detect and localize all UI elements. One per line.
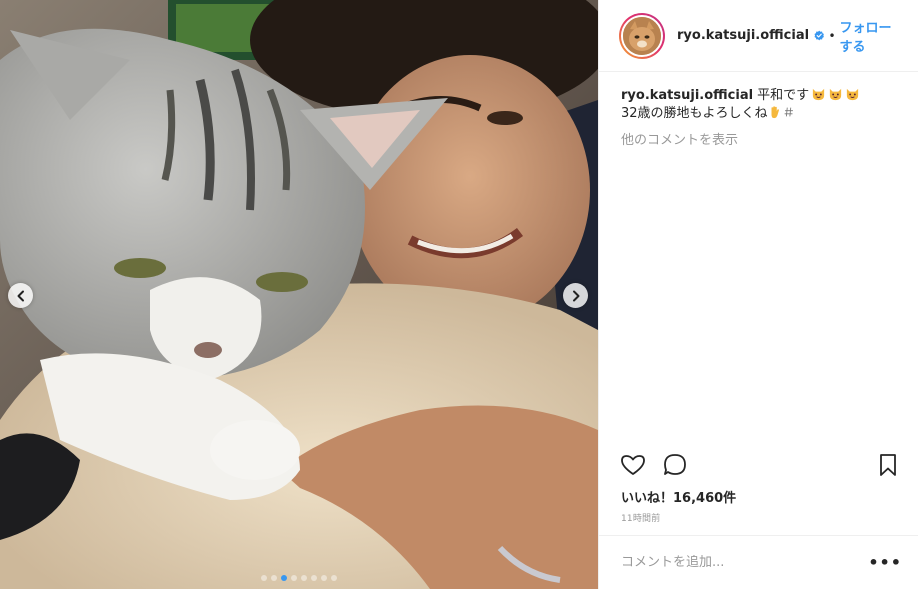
cat-face-emoji-icon bbox=[812, 88, 825, 101]
cat-avatar-image bbox=[623, 16, 661, 55]
caption-line-1: 平和です bbox=[757, 88, 810, 103]
carousel-prev-button[interactable] bbox=[8, 283, 33, 308]
post-timestamp[interactable]: 11時間前 bbox=[599, 507, 918, 529]
comments-section: ryo.katsuji.official 平和です 32歳の勝地もよろしくね 他の… bbox=[599, 72, 918, 445]
avatar bbox=[621, 14, 663, 57]
avatar-story-ring[interactable] bbox=[619, 12, 665, 59]
cat-face-emoji-icon bbox=[846, 88, 859, 101]
carousel-dot bbox=[271, 575, 277, 581]
carousel-dot bbox=[261, 575, 267, 581]
verified-badge-icon bbox=[814, 30, 824, 41]
caption-line-2: 32歳の勝地もよろしくね bbox=[621, 106, 768, 121]
header-username[interactable]: ryo.katsuji.official bbox=[677, 28, 809, 43]
comment-input[interactable] bbox=[621, 555, 869, 570]
post-header: ryo.katsuji.official • フォローする bbox=[599, 0, 918, 72]
action-bar bbox=[599, 445, 918, 485]
hashtag-glyph-icon bbox=[784, 107, 793, 117]
carousel-dot bbox=[321, 575, 327, 581]
chevron-left-icon bbox=[17, 290, 24, 301]
instagram-post: ryo.katsuji.official • フォローする ryo.katsuj… bbox=[0, 0, 918, 589]
post-photo[interactable] bbox=[0, 0, 598, 589]
photo-cat-and-man bbox=[0, 0, 598, 589]
chevron-right-icon bbox=[572, 290, 579, 301]
carousel-indicator bbox=[0, 575, 598, 581]
carousel-dot bbox=[291, 575, 297, 581]
comment-icon[interactable] bbox=[661, 451, 689, 479]
view-more-comments-link[interactable]: 他のコメントを表示 bbox=[621, 129, 902, 148]
carousel-next-button[interactable] bbox=[563, 283, 588, 308]
post-caption: ryo.katsuji.official 平和です 32歳の勝地もよろしくね bbox=[621, 86, 902, 123]
follow-button[interactable]: フォローする bbox=[840, 17, 902, 55]
more-options-button[interactable]: ••• bbox=[868, 553, 902, 572]
heart-icon[interactable] bbox=[619, 451, 647, 479]
carousel-dot bbox=[301, 575, 307, 581]
bookmark-icon[interactable] bbox=[874, 451, 902, 479]
like-count[interactable]: いいね！16,460件 bbox=[599, 485, 918, 507]
post-media bbox=[0, 0, 598, 589]
raised-hand-emoji-icon bbox=[771, 106, 779, 119]
carousel-dot bbox=[331, 575, 337, 581]
add-comment-bar: ••• bbox=[599, 535, 918, 589]
carousel-dot bbox=[311, 575, 317, 581]
cat-face-emoji-icon bbox=[829, 88, 842, 101]
separator-bullet: • bbox=[828, 28, 836, 43]
carousel-dot bbox=[281, 575, 287, 581]
post-side-panel: ryo.katsuji.official • フォローする ryo.katsuj… bbox=[598, 0, 918, 589]
caption-username[interactable]: ryo.katsuji.official bbox=[621, 88, 753, 103]
